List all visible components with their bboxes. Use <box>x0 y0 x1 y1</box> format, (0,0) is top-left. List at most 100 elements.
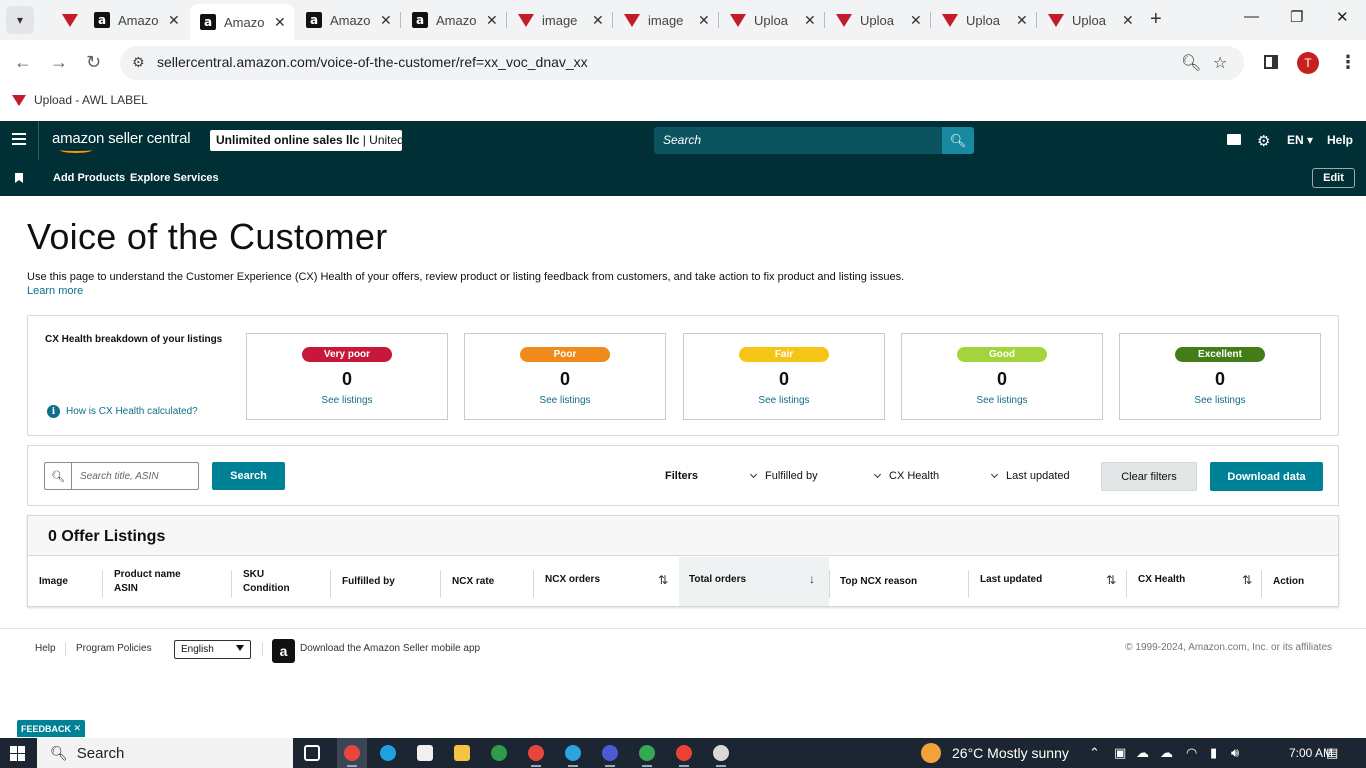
see-listings-link[interactable]: See listings <box>1120 395 1320 406</box>
sort-icon[interactable]: ⇅ <box>1242 573 1252 587</box>
tab-close-icon[interactable]: ✕ <box>1016 12 1028 29</box>
see-listings-link[interactable]: See listings <box>902 395 1102 406</box>
browser-tab[interactable]: a Amazo ✕ <box>296 6 392 34</box>
tray-chevron-icon[interactable]: ⌃ <box>1089 745 1100 761</box>
col-sku[interactable]: SKU Condition <box>243 568 290 596</box>
sort-icon[interactable]: ⇅ <box>1106 573 1116 587</box>
profile-avatar[interactable]: T <box>1297 52 1319 74</box>
listing-search-input[interactable]: 🔍︎ Search title, ASIN <box>44 462 199 490</box>
tab-close-icon[interactable]: ✕ <box>910 12 922 29</box>
col-cx-health[interactable]: CX Health <box>1138 573 1185 587</box>
tab-search-dropdown-icon[interactable]: ▾ <box>6 6 34 34</box>
language-selector[interactable]: EN ▾ <box>1287 133 1313 147</box>
volume-icon[interactable]: 🔊︎ <box>1231 745 1239 761</box>
download-data-button[interactable]: Download data <box>1210 462 1323 491</box>
store-icon[interactable] <box>417 745 433 761</box>
browser-tab[interactable]: image ✕ <box>614 6 710 34</box>
header-search-input[interactable]: Search <box>654 127 942 154</box>
col-last-updated[interactable]: Last updated <box>980 573 1042 587</box>
bookmark-icon[interactable] <box>15 173 23 183</box>
program-policies-link[interactable]: Program Policies <box>76 643 152 654</box>
microphone-icon[interactable]: ▮ <box>1210 745 1217 761</box>
clear-filters-button[interactable]: Clear filters <box>1101 462 1197 491</box>
telegram-icon[interactable] <box>565 745 581 761</box>
see-listings-link[interactable]: See listings <box>247 395 447 406</box>
onedrive-icon[interactable]: ☁ <box>1160 745 1173 761</box>
edit-nav-button[interactable]: Edit <box>1312 168 1355 188</box>
nav-add-products[interactable]: Add Products <box>53 172 125 184</box>
col-product-name[interactable]: Product name ASIN <box>114 568 181 596</box>
col-fulfilled-by[interactable]: Fulfilled by <box>342 575 395 589</box>
col-ncx-orders[interactable]: NCX orders <box>545 573 600 587</box>
notifications-icon[interactable]: ▤ <box>1326 745 1338 761</box>
browser-tab[interactable]: Uploa ✕ <box>720 6 816 34</box>
tab-close-icon[interactable]: ✕ <box>698 12 710 29</box>
windows-start-icon[interactable] <box>10 746 25 761</box>
bookmark-item[interactable]: Upload - AWL LABEL <box>12 93 148 107</box>
tab-close-icon[interactable]: ✕ <box>168 12 180 29</box>
settings-gear-icon[interactable]: ⚙ <box>1257 132 1270 150</box>
omnibox[interactable]: ⚙ sellercentral.amazon.com/voice-of-the-… <box>120 46 1244 80</box>
sort-descending-icon[interactable]: ↓ <box>809 572 815 586</box>
browser-tab-active[interactable]: a Amazo ✕ <box>190 4 294 40</box>
tab-close-icon[interactable]: ✕ <box>274 14 286 31</box>
chrome-profile-icon[interactable] <box>528 745 544 761</box>
meet-icon[interactable]: ▣ <box>1114 745 1126 761</box>
browser-tab[interactable]: a Amazo ✕ <box>402 6 498 34</box>
browser-tab[interactable]: Uploa ✕ <box>826 6 922 34</box>
onedrive-icon[interactable]: ☁ <box>1136 745 1149 761</box>
sort-icon[interactable]: ⇅ <box>658 573 668 587</box>
tab-close-icon[interactable]: ✕ <box>486 12 498 29</box>
file-explorer-icon[interactable] <box>454 745 470 761</box>
filter-last-updated[interactable]: Last updated <box>990 470 1070 482</box>
filter-fulfilled-by[interactable]: Fulfilled by <box>749 470 818 482</box>
chrome-profile-icon[interactable] <box>676 745 692 761</box>
edge-icon[interactable] <box>380 745 396 761</box>
seller-app-icon[interactable]: a <box>272 639 295 663</box>
seller-central-logo[interactable]: amazon seller central <box>52 130 191 147</box>
minimize-icon[interactable]: — <box>1244 8 1259 25</box>
new-tab-icon[interactable]: + <box>1150 8 1162 31</box>
close-window-icon[interactable]: ✕ <box>1336 8 1349 26</box>
side-panel-icon[interactable] <box>1264 55 1278 69</box>
download-app-link[interactable]: Download the Amazon Seller mobile app <box>300 643 480 654</box>
footer-help-link[interactable]: Help <box>35 643 56 654</box>
tab-awl[interactable] <box>52 6 78 34</box>
task-view-icon[interactable] <box>304 745 320 761</box>
bookmark-star-icon[interactable]: ☆ <box>1213 53 1227 73</box>
col-total-orders[interactable]: Total orders <box>689 573 746 587</box>
chrome-icon[interactable] <box>344 745 360 761</box>
tab-close-icon[interactable]: ✕ <box>1122 12 1134 29</box>
mail-icon[interactable] <box>1227 134 1241 145</box>
language-select[interactable]: English <box>174 640 251 659</box>
col-top-ncx-reason[interactable]: Top NCX reason <box>840 575 917 589</box>
wifi-icon[interactable]: ◠ <box>1186 745 1197 761</box>
cx-health-calc-link[interactable]: i How is CX Health calculated? <box>47 405 198 418</box>
weather-sun-icon[interactable] <box>921 743 941 763</box>
browser-tab[interactable]: a Amazo ✕ <box>84 6 180 34</box>
nav-explore-services[interactable]: Explore Services <box>130 172 219 184</box>
learn-more-link[interactable]: Learn more <box>27 285 83 297</box>
see-listings-link[interactable]: See listings <box>465 395 665 406</box>
restore-icon[interactable]: ❐ <box>1290 8 1303 26</box>
weather-text[interactable]: 26°C Mostly sunny <box>952 745 1069 761</box>
browser-tab[interactable]: Uploa ✕ <box>1038 6 1134 34</box>
browser-tab[interactable]: Uploa ✕ <box>932 6 1028 34</box>
chrome-profile-icon[interactable] <box>491 745 507 761</box>
back-icon[interactable]: ← <box>14 52 32 73</box>
header-search-button[interactable]: 🔍︎ <box>942 127 974 154</box>
header-help-link[interactable]: Help <box>1327 133 1353 147</box>
site-settings-icon[interactable]: ⚙ <box>132 54 145 71</box>
tab-close-icon[interactable]: ✕ <box>804 12 816 29</box>
taskbar-search[interactable]: 🔍︎ Search <box>37 738 293 768</box>
url-text[interactable]: sellercentral.amazon.com/voice-of-the-cu… <box>157 54 588 70</box>
app-icon[interactable] <box>713 745 729 761</box>
tab-close-icon[interactable]: ✕ <box>592 12 604 29</box>
browser-menu-icon[interactable]: ⋮ <box>1339 52 1357 73</box>
reload-icon[interactable]: ↻ <box>86 52 101 73</box>
forward-icon[interactable]: → <box>50 52 68 73</box>
account-switcher[interactable]: Unlimited online sales llc | United... <box>210 130 402 151</box>
filter-cx-health[interactable]: CX Health <box>873 470 939 482</box>
search-button[interactable]: Search <box>212 462 285 490</box>
feedback-button[interactable]: FEEDBACK ✕ <box>17 720 85 737</box>
